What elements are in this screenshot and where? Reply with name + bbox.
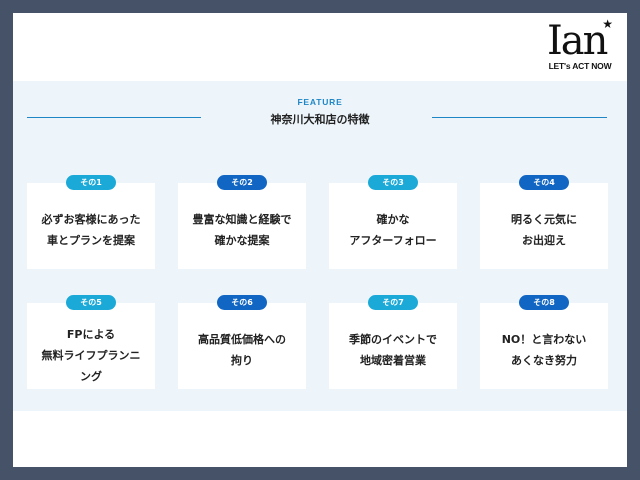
feature-card-3: その3 確かな アフターフォロー — [329, 175, 457, 269]
feature-badge: その8 — [519, 295, 569, 310]
brand-logo[interactable]: Ian ★ LET's ACT NOW — [545, 17, 615, 73]
feature-badge: その1 — [66, 175, 116, 190]
feature-badge: その3 — [368, 175, 418, 190]
feature-badge: その2 — [217, 175, 267, 190]
feature-card-1: その1 必ずお客様にあった 車とプランを提案 — [27, 175, 155, 269]
feature-text: 高品質低価格への 拘り — [198, 333, 286, 367]
section-eyebrow: FEATURE — [297, 97, 343, 107]
feature-card-6: その6 高品質低価格への 拘り — [178, 295, 306, 389]
feature-card-7: その7 季節のイベントで 地域密着営業 — [329, 295, 457, 389]
feature-card-8: その8 NO！と言わない あくなき努力 — [480, 295, 608, 389]
feature-badge: その5 — [66, 295, 116, 310]
feature-badge: その4 — [519, 175, 569, 190]
star-icon: ★ — [602, 17, 613, 31]
feature-text: 確かな アフターフォロー — [349, 213, 437, 247]
feature-card-2: その2 豊富な知識と経験で 確かな提案 — [178, 175, 306, 269]
feature-text: 明るく元気に お出迎え — [511, 213, 577, 247]
feature-section: FEATURE 神奈川大和店の特徴 その1 必ずお客様にあった 車とプランを提案… — [13, 81, 627, 411]
feature-text: FPによる 無料ライフプランニ ング — [41, 328, 141, 383]
feature-text: 豊富な知識と経験で 確かな提案 — [192, 213, 292, 247]
feature-card-4: その4 明るく元気に お出迎え — [480, 175, 608, 269]
feature-card-5: その5 FPによる 無料ライフプランニ ング — [27, 295, 155, 389]
section-heading: 神奈川大和店の特徴 — [270, 113, 370, 126]
page-canvas: Ian ★ LET's ACT NOW FEATURE 神奈川大和店の特徴 その… — [13, 13, 627, 467]
feature-badge: その6 — [217, 295, 267, 310]
feature-text: 必ずお客様にあった 車とプランを提案 — [41, 213, 141, 247]
heading-rule-right — [432, 117, 607, 118]
feature-text: NO！と言わない あくなき努力 — [501, 333, 587, 367]
feature-badge: その7 — [368, 295, 418, 310]
logo-tagline: LET's ACT NOW — [548, 61, 612, 71]
logo-mark: Ian — [547, 18, 608, 64]
feature-text: 季節のイベントで 地域密着営業 — [349, 333, 437, 367]
